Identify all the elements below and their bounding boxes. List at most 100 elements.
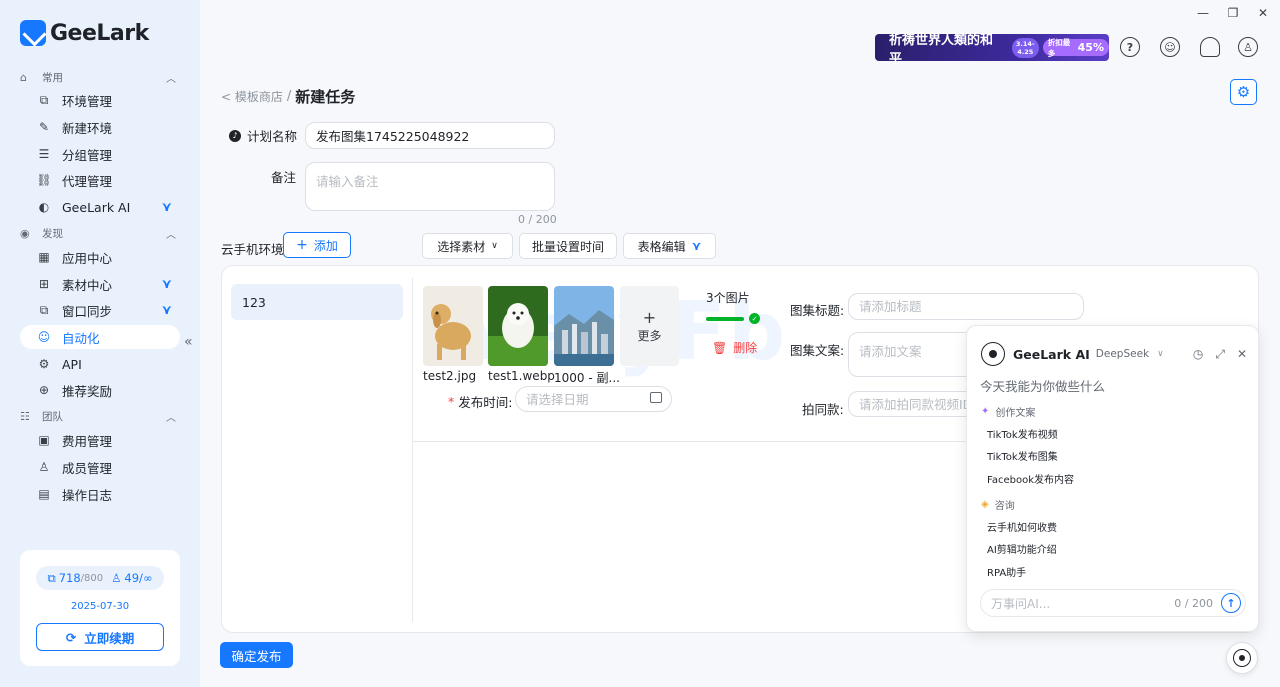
sidebar-item-app-center[interactable]: ▦ 应用中心: [20, 245, 180, 269]
refresh-icon: ⟳: [65, 629, 77, 645]
back-to-template-store-link[interactable]: < 模板商店: [221, 88, 283, 105]
ai-model-select[interactable]: DeepSeek: [1096, 348, 1149, 360]
send-arrow-icon[interactable]: ↑: [1221, 593, 1241, 613]
sidebar-item-window-sync[interactable]: ⧉ 窗口同步 ⋎: [20, 298, 180, 322]
renew-button[interactable]: ⟳ 立即续期: [36, 623, 164, 651]
thumbnail-dog-image[interactable]: [423, 286, 483, 366]
sidebar-item-label: 自动化: [62, 330, 100, 346]
thumbnail-caption: test2.jpg: [423, 369, 477, 383]
ai-suggestion[interactable]: AI剪辑功能介绍: [987, 541, 1057, 556]
sidebar-item-operation-log[interactable]: ▤ 操作日志: [20, 482, 180, 506]
sidebar-item-label: 分组管理: [62, 147, 113, 163]
sidebar-item-api[interactable]: ⚙ API: [20, 352, 180, 376]
ai-suggestion[interactable]: TikTok发布视频: [987, 426, 1058, 441]
confirm-publish-button[interactable]: 确定发布: [220, 642, 293, 668]
chevron-down-icon[interactable]: ∨: [1157, 349, 1164, 359]
more-images-button[interactable]: + 更多: [620, 286, 679, 366]
proxy-icon: ⛓: [36, 173, 52, 187]
sidebar-item-referral[interactable]: ⊕ 推荐奖励: [20, 378, 180, 402]
remark-label: 备注: [271, 170, 297, 185]
sidebar-item-material-center[interactable]: ⊞ 素材中心 ⋎: [20, 272, 180, 296]
divider: [412, 278, 413, 622]
bell-icon[interactable]: [1200, 37, 1220, 57]
ai-panel-tools: ◷ ⤢ ✕: [1181, 347, 1247, 362]
sidebar-item-label: 应用中心: [62, 250, 113, 266]
sidebar-item-billing[interactable]: ▣ 费用管理: [20, 428, 180, 452]
plan-name-input[interactable]: [305, 122, 555, 149]
sidebar-item-label: API: [62, 356, 82, 372]
sidebar-item-geelark-ai[interactable]: ◐ GeeLark AI ⋎: [20, 195, 180, 219]
home-icon: ⌂: [20, 70, 27, 84]
ai-suggestion[interactable]: Facebook发布内容: [987, 471, 1074, 486]
log-icon: ▤: [38, 487, 50, 501]
thumbnail-city-image[interactable]: [554, 286, 614, 366]
discover-icon: ◉: [20, 226, 30, 240]
sidebar-item-new-env[interactable]: ✎ 新建环境: [20, 115, 180, 139]
geelark-ai-logo-icon: [981, 342, 1005, 366]
sidebar-item-members[interactable]: ♙ 成员管理: [20, 455, 180, 479]
sidebar-item-group-manage[interactable]: ☰ 分组管理: [20, 142, 180, 166]
chevron-down-icon: ∨: [491, 241, 498, 251]
upload-progress-bar: [706, 317, 744, 321]
sidebar-item-automation[interactable]: ☺ 自动化: [20, 325, 180, 349]
section-team[interactable]: ☷ 团队 ︿: [20, 407, 176, 425]
sidebar-item-proxy-manage[interactable]: ⛓ 代理管理: [20, 168, 180, 192]
add-env-button[interactable]: + 添加: [283, 232, 351, 258]
album-title-label: 图集标题:: [790, 303, 845, 318]
gear-icon: ⚙: [1236, 83, 1251, 101]
ai-greeting: 今天我能为你做些什么: [980, 379, 1106, 394]
thumbnail-puppy-image[interactable]: [488, 286, 548, 366]
table-edit-button[interactable]: 表格编辑 ⋎: [623, 233, 716, 259]
minimize-icon[interactable]: —: [1188, 6, 1218, 20]
batch-time-button[interactable]: 批量设置时间: [519, 233, 617, 259]
account-icon[interactable]: ♙: [1238, 37, 1258, 57]
publish-date-input[interactable]: [515, 386, 672, 412]
geelark-ai-logo-icon: [1233, 649, 1251, 667]
app-logo[interactable]: GeeLark: [20, 19, 149, 47]
collapse-sidebar-icon[interactable]: «: [184, 334, 193, 350]
settings-button[interactable]: ⚙: [1230, 79, 1257, 105]
ai-suggestion[interactable]: 云手机如何收费: [987, 519, 1057, 534]
sidebar-item-env-manage[interactable]: ⧉ 环境管理: [20, 88, 180, 112]
new-badge-icon: ⋎: [161, 199, 172, 215]
banner-text: 祈祷世界人類的和平: [889, 32, 994, 67]
sidebar-item-label: 操作日志: [62, 487, 113, 503]
remark-char-count: 0 / 200: [518, 213, 557, 226]
history-icon[interactable]: ◷: [1193, 347, 1203, 361]
api-icon: ⚙: [38, 357, 50, 371]
promo-banner[interactable]: 祈祷世界人類的和平 3.14- 4.25 折扣最多 45%: [875, 33, 1109, 67]
restore-icon[interactable]: ❐: [1218, 6, 1248, 20]
album-title-input[interactable]: [848, 293, 1084, 320]
sidebar-item-label: 新建环境: [62, 120, 113, 136]
support-avatar-icon[interactable]: ☺: [1160, 37, 1180, 57]
ai-suggestion[interactable]: TikTok发布图集: [987, 448, 1058, 463]
ai-assistant-toggle-button[interactable]: [1226, 642, 1258, 674]
members-total: ∞: [142, 571, 153, 585]
section-discover[interactable]: ◉ 发现 ︿: [20, 224, 176, 242]
calendar-icon: [650, 392, 662, 403]
close-icon[interactable]: ✕: [1237, 347, 1247, 361]
ai-input-placeholder: 万事问AI...: [991, 596, 1051, 611]
ai-panel-header: GeeLark AI DeepSeek ∨ ◷ ⤢ ✕: [981, 342, 1247, 366]
ai-chat-input[interactable]: 万事问AI... 0 / 200 ↑: [980, 589, 1246, 617]
delete-button[interactable]: 🗑 删除: [712, 339, 757, 356]
envs-total: /800: [80, 572, 104, 584]
ai-suggestion[interactable]: RPA助手: [987, 564, 1026, 579]
banner-date: 3.14- 4.25: [1011, 37, 1039, 58]
publish-time-label: * 发布时间:: [448, 394, 513, 410]
sidebar-item-label: GeeLark AI: [62, 199, 131, 215]
chevron-up-icon: ︿: [166, 412, 176, 424]
choose-material-button[interactable]: 选择素材 ∨: [422, 233, 513, 259]
env-list-item[interactable]: 123: [231, 284, 403, 320]
close-icon[interactable]: ✕: [1248, 6, 1278, 20]
section-label: 发现: [42, 227, 63, 240]
help-icon[interactable]: ?: [1120, 37, 1140, 57]
usage-pill: ⧉ 718 /800 ♙ 49/ ∞: [36, 566, 164, 590]
wallet-icon: ▣: [38, 433, 50, 447]
remark-textarea[interactable]: [305, 162, 555, 211]
grid-icon: ▦: [38, 250, 50, 264]
expand-icon[interactable]: ⤢: [1215, 347, 1225, 362]
section-common[interactable]: ⌂ 常用 ︿: [20, 68, 176, 86]
breadcrumb-separator: /: [286, 88, 292, 104]
image-count: 3个图片: [706, 291, 750, 305]
